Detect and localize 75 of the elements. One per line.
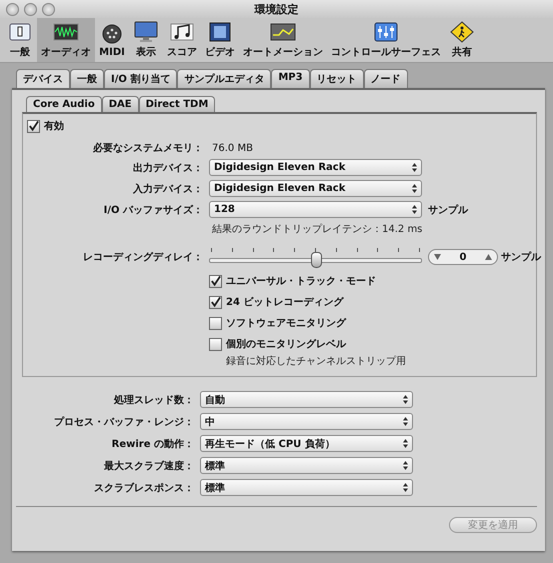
up-down-arrows-icon <box>403 461 408 470</box>
checkbox[interactable] <box>27 120 40 132</box>
down-arrow-icon <box>434 254 441 260</box>
popup-menu[interactable]: Digidesign Eleven Rack <box>209 180 422 197</box>
field-label: I/O バッファサイズ： <box>102 204 203 216</box>
popup-menu[interactable]: 標準 <box>200 479 413 496</box>
checkbox[interactable] <box>209 296 222 308</box>
hint-text: 録音に対応したチャンネルストリップ用 <box>226 354 407 368</box>
window-title: 環境設定 <box>254 2 298 16</box>
checkbox[interactable] <box>209 316 222 330</box>
mixer-icon <box>373 21 399 43</box>
checkbox-label: 個別のモニタリングレベル <box>226 338 346 351</box>
up-down-arrows-icon <box>403 483 408 492</box>
up-down-arrows-icon <box>403 395 408 404</box>
tab[interactable]: 一般 <box>70 69 104 88</box>
slider[interactable] <box>209 248 422 266</box>
checkbox[interactable] <box>209 274 222 288</box>
up-down-arrows-icon <box>412 205 417 214</box>
minimize-button[interactable] <box>24 3 37 16</box>
field-label: 最大スクラブ速度： <box>103 459 194 472</box>
field-label: Rewire の動作： <box>110 438 194 450</box>
tab[interactable]: サンプルエディタ <box>177 69 272 88</box>
popup-menu[interactable]: Digidesign Eleven Rack <box>209 159 422 176</box>
popup-menu[interactable]: 128 <box>209 201 422 218</box>
stepper-field[interactable]: 0 <box>428 249 498 265</box>
toolbar-item[interactable]: コントロールサーフェス <box>327 18 445 62</box>
close-button[interactable] <box>6 3 19 16</box>
checkbox-label: ユニバーサル・トラック・モード <box>226 275 376 288</box>
popup-menu[interactable]: 再生モード（低 CPU 負荷） <box>200 435 413 452</box>
toolbar-item[interactable]: 一般 <box>3 18 37 62</box>
checkbox[interactable] <box>209 338 222 350</box>
field-label: レコーディングディレイ： <box>82 251 203 264</box>
popup-menu[interactable]: 中 <box>200 413 413 430</box>
walking-person-sign-icon <box>449 21 475 43</box>
tab[interactable]: デバイス <box>16 69 70 88</box>
checkbox-label: 24 ビットレコーディング <box>226 296 344 309</box>
switch-icon <box>7 21 33 43</box>
up-arrow-icon <box>485 254 492 260</box>
up-down-arrows-icon <box>403 439 408 448</box>
tab[interactable]: MP3 <box>271 69 310 88</box>
unit-label: サンプル <box>428 203 470 216</box>
field-label: 入力デバイス： <box>132 182 203 196</box>
field-label: 必要なシステムメモリ： <box>92 142 203 155</box>
up-down-arrows-icon <box>412 184 417 193</box>
checkbox-label: 有効 <box>44 120 64 133</box>
tab[interactable]: I/O 割り当て <box>104 69 178 88</box>
field-label: プロセス・バッファ・レンジ： <box>53 415 194 428</box>
field-label: 出力デバイス： <box>132 162 203 174</box>
toolbar-item[interactable]: オーディオ <box>37 18 95 62</box>
up-down-arrows-icon <box>403 417 408 426</box>
music-notes-icon <box>169 21 195 43</box>
memory-value: 76.0 MB <box>211 142 254 154</box>
graph-icon <box>270 21 296 43</box>
toolbar-item[interactable]: オートメーション <box>239 18 327 62</box>
tab[interactable]: DAE <box>102 96 139 112</box>
tab[interactable]: Direct TDM <box>138 96 216 112</box>
tab[interactable]: リセット <box>310 69 364 88</box>
toolbar-item[interactable]: 共有 <box>445 18 479 62</box>
toolbar-item[interactable]: スコア <box>163 18 201 62</box>
tab[interactable]: ノード <box>364 69 408 88</box>
toolbar-item[interactable]: MIDI <box>95 18 129 62</box>
tab[interactable]: Core Audio <box>26 96 102 112</box>
unit-label: サンプル <box>501 250 541 264</box>
toolbar-item[interactable]: ビデオ <box>201 18 239 62</box>
popup-menu[interactable]: 標準 <box>200 457 413 474</box>
monitor-icon <box>133 21 159 43</box>
field-label: 処理スレッド数： <box>112 394 194 406</box>
popup-menu[interactable]: 自動 <box>200 391 413 408</box>
up-down-arrows-icon <box>412 163 417 172</box>
checkbox-label: ソフトウェアモニタリング <box>226 317 346 330</box>
zoom-button[interactable] <box>42 3 55 16</box>
latency-text: 結果のラウンドトリップレイテンシ：14.2 ms <box>211 222 422 236</box>
toolbar-item[interactable]: 表示 <box>129 18 163 62</box>
waveform-icon <box>53 21 79 43</box>
field-label: スクラブレスポンス： <box>93 482 194 494</box>
